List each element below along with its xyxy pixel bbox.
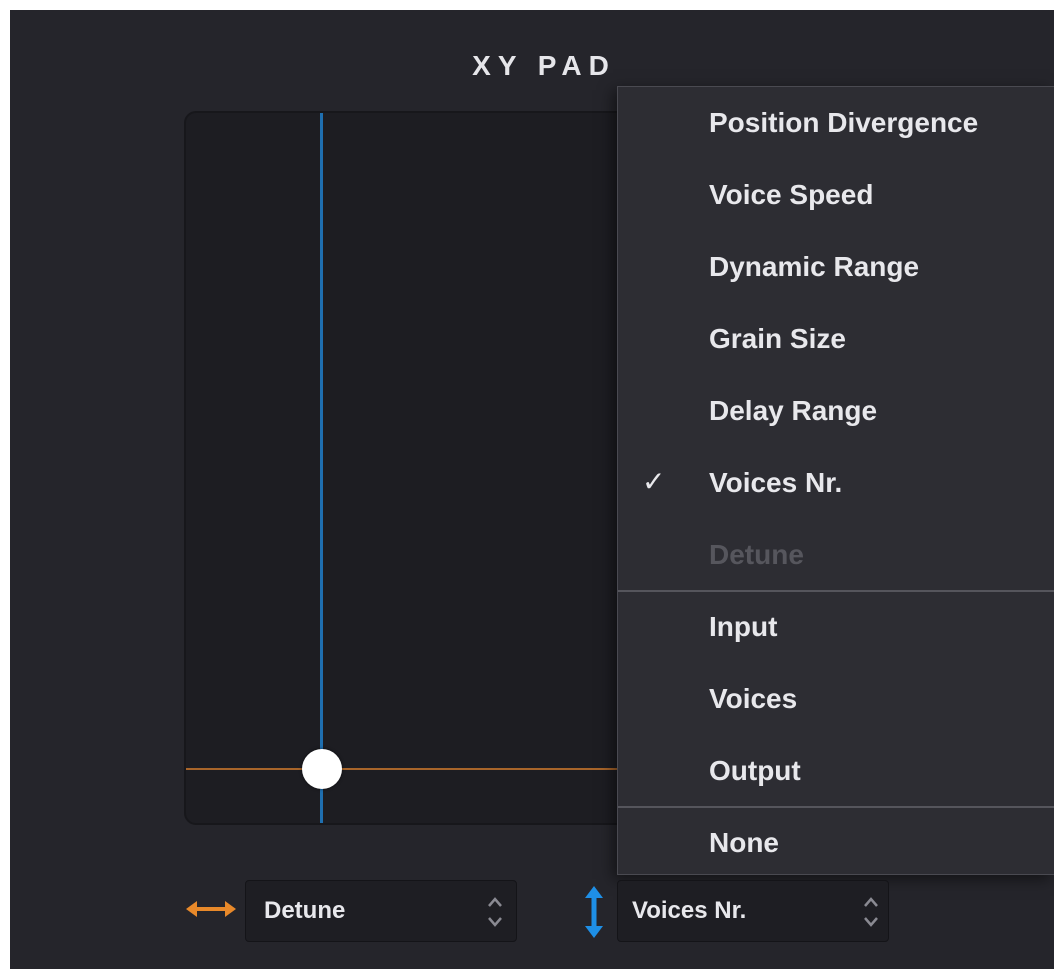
menu-item-label: Position Divergence	[709, 107, 979, 138]
menu-separator	[618, 806, 1054, 808]
menu-item-voices[interactable]: Voices	[618, 669, 1054, 729]
menu-item-input[interactable]: Input	[618, 597, 1054, 657]
checkmark-icon: ✓	[642, 466, 666, 497]
menu-item-label: Dynamic Range	[709, 251, 920, 282]
menu-item-label: Delay Range	[709, 395, 878, 426]
menu-item-label: Voices	[709, 683, 798, 714]
y-axis-parameter-select[interactable]: Voices Nr.	[617, 880, 889, 942]
menu-item-label: Voices Nr.	[709, 467, 843, 498]
menu-item-label: Detune	[709, 539, 804, 570]
menu-item-voice-speed[interactable]: Voice Speed	[618, 165, 1054, 225]
menu-item-none[interactable]: None	[618, 813, 1054, 873]
menu-item-dynamic-range[interactable]: Dynamic Range	[618, 237, 1054, 297]
menu-item-voices-nr[interactable]: ✓ Voices Nr.	[618, 453, 1054, 513]
y-axis-select-value: Voices Nr.	[632, 897, 747, 924]
panel-title: XY PAD	[472, 50, 616, 81]
menu-item-label: Input	[709, 611, 778, 642]
stepper-arrows-icon	[488, 897, 502, 927]
pad-y-axis-line	[320, 113, 323, 823]
stepper-arrows-icon	[864, 897, 878, 927]
vertical-arrow-icon	[585, 886, 603, 938]
menu-item-label: Grain Size	[709, 323, 846, 354]
menu-item-detune: Detune	[618, 525, 1054, 585]
menu-item-output[interactable]: Output	[618, 741, 1054, 801]
menu-item-position-divergence[interactable]: Position Divergence	[618, 93, 1054, 153]
x-axis-parameter-select[interactable]: Detune	[245, 880, 517, 942]
menu-item-delay-range[interactable]: Delay Range	[618, 381, 1054, 441]
menu-item-label: Voice Speed	[709, 179, 874, 210]
menu-item-label: None	[709, 827, 779, 858]
pad-handle[interactable]	[302, 749, 342, 789]
plugin-window: XY PAD Position Divergence Voice Speed D…	[0, 0, 1054, 969]
menu-separator	[618, 590, 1054, 592]
horizontal-arrow-icon	[186, 901, 236, 917]
xy-pad-area[interactable]	[184, 111, 644, 825]
pad-x-axis-line	[186, 768, 642, 770]
menu-item-label: Output	[709, 755, 801, 786]
x-axis-select-value: Detune	[264, 897, 346, 924]
parameter-dropdown-menu: Position Divergence Voice Speed Dynamic …	[617, 86, 1054, 875]
menu-item-grain-size[interactable]: Grain Size	[618, 309, 1054, 369]
